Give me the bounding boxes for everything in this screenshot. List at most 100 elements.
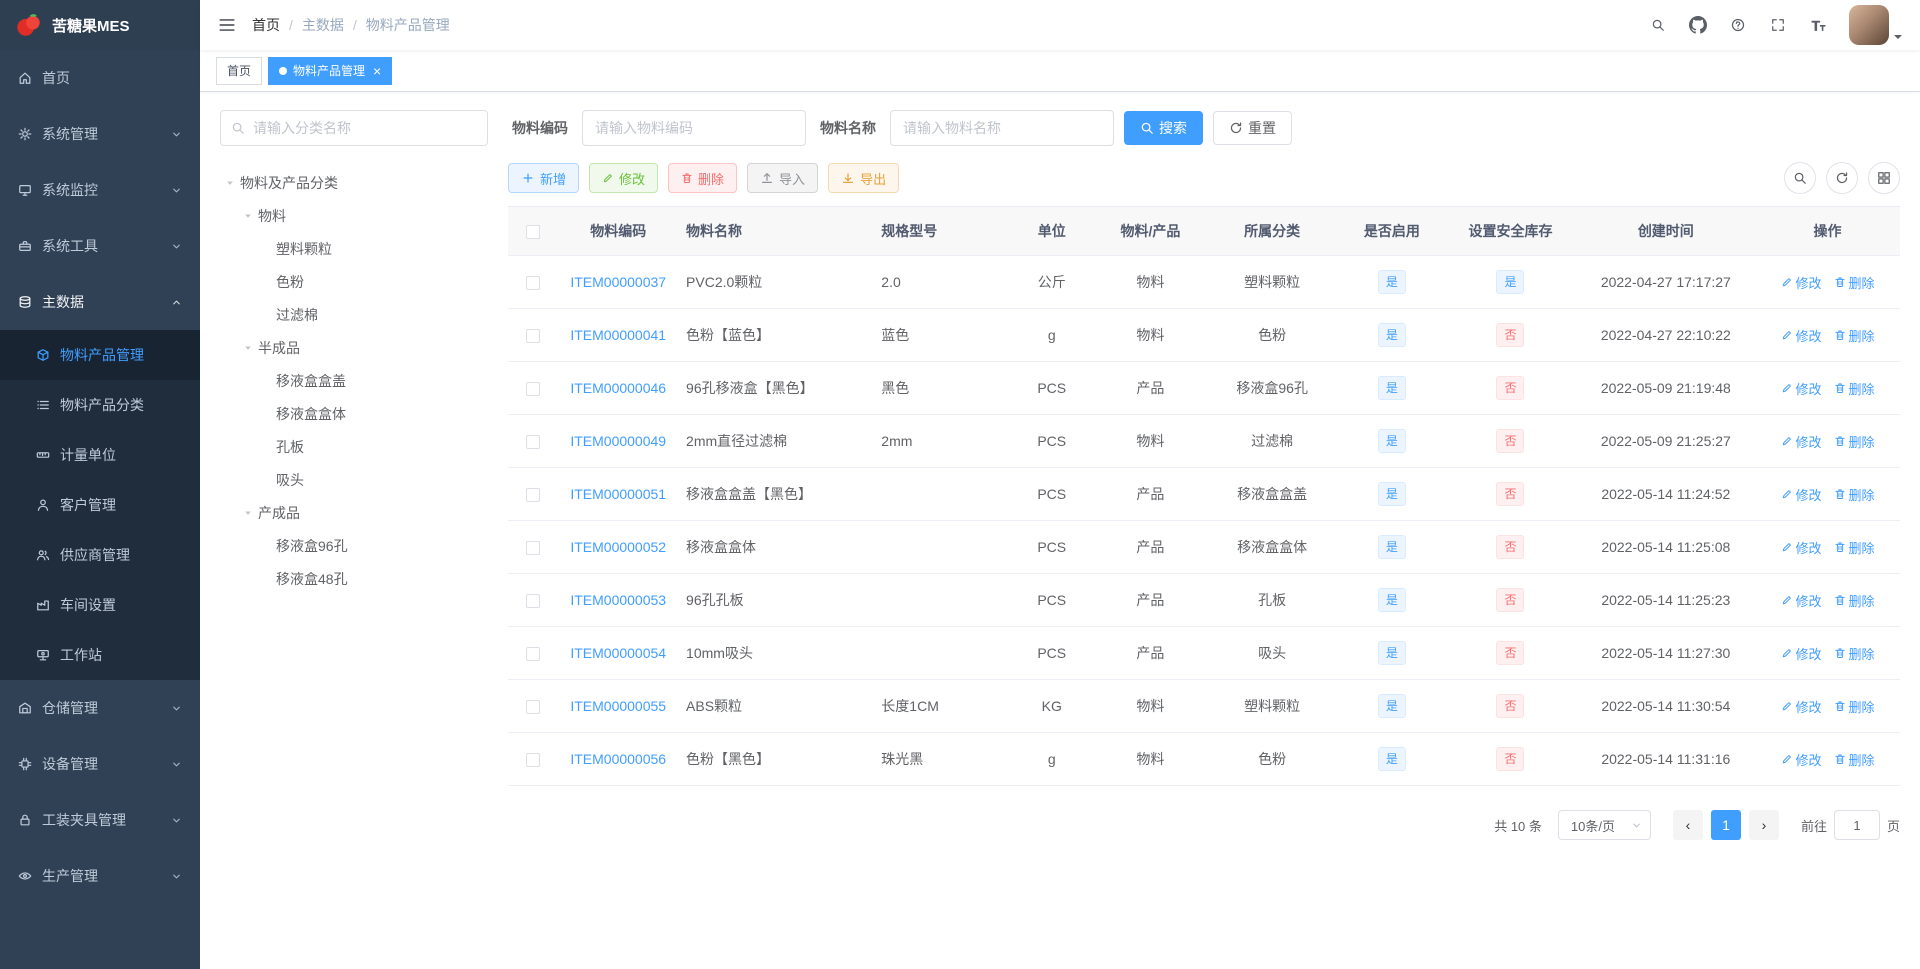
search-button[interactable]: 搜索: [1124, 111, 1203, 145]
reset-button[interactable]: 重置: [1213, 111, 1292, 145]
sidebar-item-customer-management[interactable]: 客户管理: [0, 480, 200, 530]
tree-node[interactable]: 移液盒盒体: [220, 397, 488, 430]
item-code-link[interactable]: ITEM00000052: [570, 539, 666, 555]
select-all-checkbox[interactable]: [526, 225, 541, 240]
sidebar-item-production-management[interactable]: 生产管理: [0, 848, 200, 904]
sidebar-item-home[interactable]: 首页: [0, 50, 200, 106]
prev-page-button[interactable]: ‹: [1672, 810, 1703, 840]
material-code-input[interactable]: [582, 110, 806, 146]
page-size-select[interactable]: 10条/页: [1557, 810, 1651, 840]
row-edit-link[interactable]: 修改: [1781, 644, 1822, 663]
row-delete-link[interactable]: 删除: [1834, 591, 1875, 610]
app-logo[interactable]: 苦糖果MES: [0, 0, 200, 50]
header-font-size-button[interactable]: [1799, 0, 1837, 50]
sidebar-item-measure-unit[interactable]: 计量单位: [0, 430, 200, 480]
sidebar-item-fixture-management[interactable]: 工装夹具管理: [0, 792, 200, 848]
sidebar-item-material-product-category[interactable]: 物料产品分类: [0, 380, 200, 430]
row-checkbox[interactable]: [526, 276, 541, 291]
row-delete-link[interactable]: 删除: [1834, 538, 1875, 557]
header-fullscreen-button[interactable]: [1759, 0, 1797, 50]
row-edit-link[interactable]: 修改: [1781, 326, 1822, 345]
delete-button[interactable]: 删除: [668, 163, 738, 193]
row-checkbox[interactable]: [526, 382, 541, 397]
sidebar-item-system-monitoring[interactable]: 系统监控: [0, 162, 200, 218]
row-delete-link[interactable]: 删除: [1834, 273, 1875, 292]
row-edit-link[interactable]: 修改: [1781, 273, 1822, 292]
goto-page-input[interactable]: [1833, 810, 1880, 840]
tree-node[interactable]: 物料及产品分类: [220, 166, 488, 199]
material-name-input[interactable]: [890, 110, 1114, 146]
row-edit-link[interactable]: 修改: [1781, 697, 1822, 716]
item-code-link[interactable]: ITEM00000049: [570, 433, 666, 449]
item-code-link[interactable]: ITEM00000053: [570, 592, 666, 608]
user-menu[interactable]: [1849, 0, 1902, 50]
tab-close-icon[interactable]: ×: [373, 64, 381, 78]
row-edit-link[interactable]: 修改: [1781, 485, 1822, 504]
sidebar-item-system-tools[interactable]: 系统工具: [0, 218, 200, 274]
tree-node[interactable]: 塑料颗粒: [220, 232, 488, 265]
row-delete-link[interactable]: 删除: [1834, 485, 1875, 504]
caret-down-icon[interactable]: [240, 211, 256, 221]
tree-node[interactable]: 吸头: [220, 463, 488, 496]
next-page-button[interactable]: ›: [1748, 810, 1779, 840]
row-checkbox[interactable]: [526, 700, 541, 715]
sidebar-item-warehouse-management[interactable]: 仓储管理: [0, 680, 200, 736]
edit-button[interactable]: 修改: [589, 163, 659, 193]
caret-down-icon[interactable]: [222, 178, 238, 188]
breadcrumb-item[interactable]: 首页: [252, 15, 280, 35]
item-code-link[interactable]: ITEM00000046: [570, 380, 666, 396]
item-code-link[interactable]: ITEM00000055: [570, 698, 666, 714]
tree-node[interactable]: 色粉: [220, 265, 488, 298]
page-1-button[interactable]: 1: [1710, 810, 1741, 840]
row-edit-link[interactable]: 修改: [1781, 750, 1822, 769]
tree-node[interactable]: 孔板: [220, 430, 488, 463]
columns-setting-button[interactable]: [1868, 162, 1900, 194]
row-edit-link[interactable]: 修改: [1781, 538, 1822, 557]
sidebar-item-supplier-management[interactable]: 供应商管理: [0, 530, 200, 580]
header-help-button[interactable]: [1719, 0, 1757, 50]
caret-down-icon[interactable]: [240, 508, 256, 518]
item-code-link[interactable]: ITEM00000037: [570, 274, 666, 290]
tree-node[interactable]: 过滤棉: [220, 298, 488, 331]
breadcrumb-item[interactable]: 主数据: [302, 15, 344, 35]
item-code-link[interactable]: ITEM00000041: [570, 327, 666, 343]
row-edit-link[interactable]: 修改: [1781, 591, 1822, 610]
sidebar-toggle-button[interactable]: [218, 16, 236, 34]
row-delete-link[interactable]: 删除: [1834, 326, 1875, 345]
row-checkbox[interactable]: [526, 753, 541, 768]
row-checkbox[interactable]: [526, 488, 541, 503]
category-search-input[interactable]: [253, 120, 477, 136]
import-button[interactable]: 导入: [747, 163, 819, 193]
row-edit-link[interactable]: 修改: [1781, 379, 1822, 398]
sidebar-item-system-management[interactable]: 系统管理: [0, 106, 200, 162]
toggle-search-button[interactable]: [1784, 162, 1816, 194]
header-github-button[interactable]: [1679, 0, 1717, 50]
sidebar-item-master-data[interactable]: 主数据: [0, 274, 200, 330]
tree-node[interactable]: 移液盒96孔: [220, 529, 488, 562]
header-search-button[interactable]: [1639, 0, 1677, 50]
sidebar-item-workshop-settings[interactable]: 车间设置: [0, 580, 200, 630]
row-checkbox[interactable]: [526, 541, 541, 556]
tab-material-product-management[interactable]: 物料产品管理 ×: [268, 56, 393, 85]
tree-node[interactable]: 产成品: [220, 496, 488, 529]
tree-node[interactable]: 移液盒48孔: [220, 562, 488, 595]
item-code-link[interactable]: ITEM00000054: [570, 645, 666, 661]
tab-home[interactable]: 首页: [216, 56, 263, 85]
tree-node[interactable]: 半成品: [220, 331, 488, 364]
row-delete-link[interactable]: 删除: [1834, 644, 1875, 663]
sidebar-item-material-product-management[interactable]: 物料产品管理: [0, 330, 200, 380]
row-delete-link[interactable]: 删除: [1834, 432, 1875, 451]
sidebar-item-equipment-management[interactable]: 设备管理: [0, 736, 200, 792]
tree-node[interactable]: 物料: [220, 199, 488, 232]
row-checkbox[interactable]: [526, 594, 541, 609]
sidebar-item-workstation[interactable]: 工作站: [0, 630, 200, 680]
row-delete-link[interactable]: 删除: [1834, 697, 1875, 716]
item-code-link[interactable]: ITEM00000056: [570, 751, 666, 767]
row-checkbox[interactable]: [526, 329, 541, 344]
row-checkbox[interactable]: [526, 435, 541, 450]
caret-down-icon[interactable]: [240, 343, 256, 353]
refresh-table-button[interactable]: [1826, 162, 1858, 194]
item-code-link[interactable]: ITEM00000051: [570, 486, 666, 502]
export-button[interactable]: 导出: [828, 163, 900, 193]
row-delete-link[interactable]: 删除: [1834, 750, 1875, 769]
